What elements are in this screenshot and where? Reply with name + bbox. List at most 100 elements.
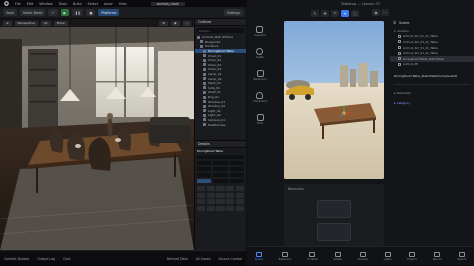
property-cell[interactable] [235, 205, 244, 211]
camera-speed-button[interactable]: ◉ [170, 20, 180, 26]
outliner-row[interactable]: PostProcess [195, 122, 246, 127]
property-cell[interactable] [226, 199, 235, 204]
rotation-x-field[interactable] [197, 166, 212, 172]
menu-edit[interactable]: Edit [27, 2, 34, 6]
category-section[interactable]: ▸ Category [390, 98, 474, 108]
more-icon[interactable]: ⋯ [381, 9, 389, 16]
content-drawer-button[interactable]: Content Drawer [4, 257, 29, 261]
viewport-menu-button[interactable]: ≡ [3, 20, 12, 26]
metadata-section[interactable]: ▸ Metadata [390, 88, 474, 98]
bottom-tab[interactable]: Assets [333, 252, 342, 261]
property-cell[interactable] [235, 192, 244, 198]
move-tool-icon[interactable]: ✥ [321, 9, 329, 17]
derived-data-button[interactable]: Derived Data [167, 257, 188, 261]
save-button[interactable]: Save [3, 9, 17, 16]
property-cell[interactable] [197, 205, 206, 211]
settings-button[interactable]: Settings [223, 9, 243, 16]
bottom-tab[interactable]: Record [433, 252, 442, 261]
document-tab[interactable]: archvis_main [150, 1, 185, 6]
scene-row[interactable]: Archviz_PP [390, 62, 474, 68]
source-control-button[interactable]: Source Control [219, 257, 242, 261]
stop-button[interactable]: ■ [86, 9, 96, 16]
location-z-field[interactable] [229, 160, 244, 166]
scale-y-field[interactable] [213, 172, 228, 178]
property-cell[interactable] [197, 186, 206, 191]
property-cell[interactable] [216, 192, 225, 198]
platforms-button[interactable]: Platforms [98, 9, 120, 16]
lit-button[interactable]: Lit [40, 20, 51, 26]
menu-select[interactable]: Select [88, 2, 98, 6]
outliner-row-label: ArchVis_MAP (Editor) [202, 35, 234, 40]
menu-file[interactable]: File [15, 2, 21, 6]
scale-x-field[interactable] [197, 172, 212, 178]
outliner-row-label: Camera_01 [208, 117, 226, 122]
scale-tool-icon[interactable]: ⤧ [331, 9, 339, 17]
behavior-card[interactable] [317, 223, 351, 241]
bottom-tab-label: Assets [333, 258, 342, 261]
property-cell[interactable] [216, 186, 225, 191]
outliner-search-input[interactable]: Search... [197, 28, 244, 33]
level-viewport[interactable]: ≡ Perspective Lit Show # ◉ ⤢ [0, 19, 194, 250]
play-button[interactable]: ▶ [60, 9, 69, 16]
output-log-button[interactable]: Output Log [37, 257, 55, 261]
eye-icon[interactable]: ◉ [372, 9, 380, 16]
bottom-tab[interactable]: Physics [407, 252, 417, 261]
add-object-icon[interactable]: + [341, 9, 349, 17]
menu-actor[interactable]: Actor [104, 2, 113, 6]
rc-3d-viewport[interactable] [284, 21, 384, 179]
actor-icon [200, 44, 203, 48]
bottom-tab[interactable]: Scene [255, 252, 263, 261]
rail-lights[interactable]: Lights [256, 48, 264, 59]
property-cell[interactable] [206, 192, 215, 198]
menu-tools[interactable]: Tools [59, 2, 67, 6]
mobility-static-toggle[interactable] [197, 178, 212, 184]
rail-inspector[interactable]: Inspector [254, 26, 266, 37]
rail-behaviors[interactable]: Behaviors [254, 70, 266, 81]
property-cell[interactable] [216, 205, 225, 211]
rotation-z-field[interactable] [229, 166, 244, 172]
location-y-field[interactable] [213, 160, 228, 166]
cmd-input[interactable]: Cmd [63, 257, 70, 261]
bottom-tab[interactable]: Export [457, 252, 466, 261]
property-cell[interactable] [226, 205, 235, 211]
os-taskbar [0, 261, 246, 266]
select-mode-button[interactable]: Select Mode [19, 9, 46, 16]
bottom-tab[interactable]: Preview [358, 252, 368, 261]
behavior-card[interactable] [317, 200, 351, 218]
actor-icon [203, 67, 206, 71]
maximize-button[interactable]: ⤢ [182, 20, 191, 26]
menu-build[interactable]: Build [73, 2, 82, 6]
rail-characters[interactable]: Characters [253, 92, 267, 103]
frame-tool-icon[interactable]: ▢ [351, 9, 359, 17]
bottom-tab[interactable]: Content [307, 252, 318, 261]
property-cell[interactable] [235, 186, 244, 191]
pause-button[interactable]: ❚❚ [72, 9, 84, 16]
property-cell[interactable] [226, 192, 235, 198]
property-cell[interactable] [197, 192, 206, 198]
rail-tools[interactable]: Tools [256, 114, 264, 125]
property-cell[interactable] [197, 199, 206, 204]
perspective-button[interactable]: Perspective [14, 20, 38, 26]
property-cell[interactable] [226, 186, 235, 191]
chevron-down-icon: ▾ [394, 28, 396, 33]
property-cell[interactable] [206, 199, 215, 204]
details-search-input[interactable] [197, 154, 244, 160]
show-button[interactable]: Show [53, 20, 68, 26]
mobility-movable-toggle[interactable] [229, 178, 244, 184]
bottom-tab[interactable]: Behaviors [279, 252, 292, 261]
add-actor-button[interactable]: ＋ [48, 9, 58, 16]
property-cell[interactable] [206, 186, 215, 191]
property-cell[interactable] [216, 199, 225, 204]
location-x-field[interactable] [197, 160, 212, 166]
select-tool-icon[interactable]: ↖ [311, 9, 319, 17]
scale-z-field[interactable] [229, 172, 244, 178]
bottom-tab[interactable]: Lights [384, 252, 391, 261]
property-cell[interactable] [235, 199, 244, 204]
rotation-y-field[interactable] [213, 166, 228, 172]
grid-snap-button[interactable]: # [159, 20, 168, 26]
outliner-row-label: Shelf_01 [208, 90, 221, 95]
menu-help[interactable]: Help [119, 2, 127, 6]
property-cell[interactable] [206, 205, 215, 211]
menu-window[interactable]: Window [39, 2, 52, 6]
mobility-stationary-toggle[interactable] [213, 178, 228, 184]
